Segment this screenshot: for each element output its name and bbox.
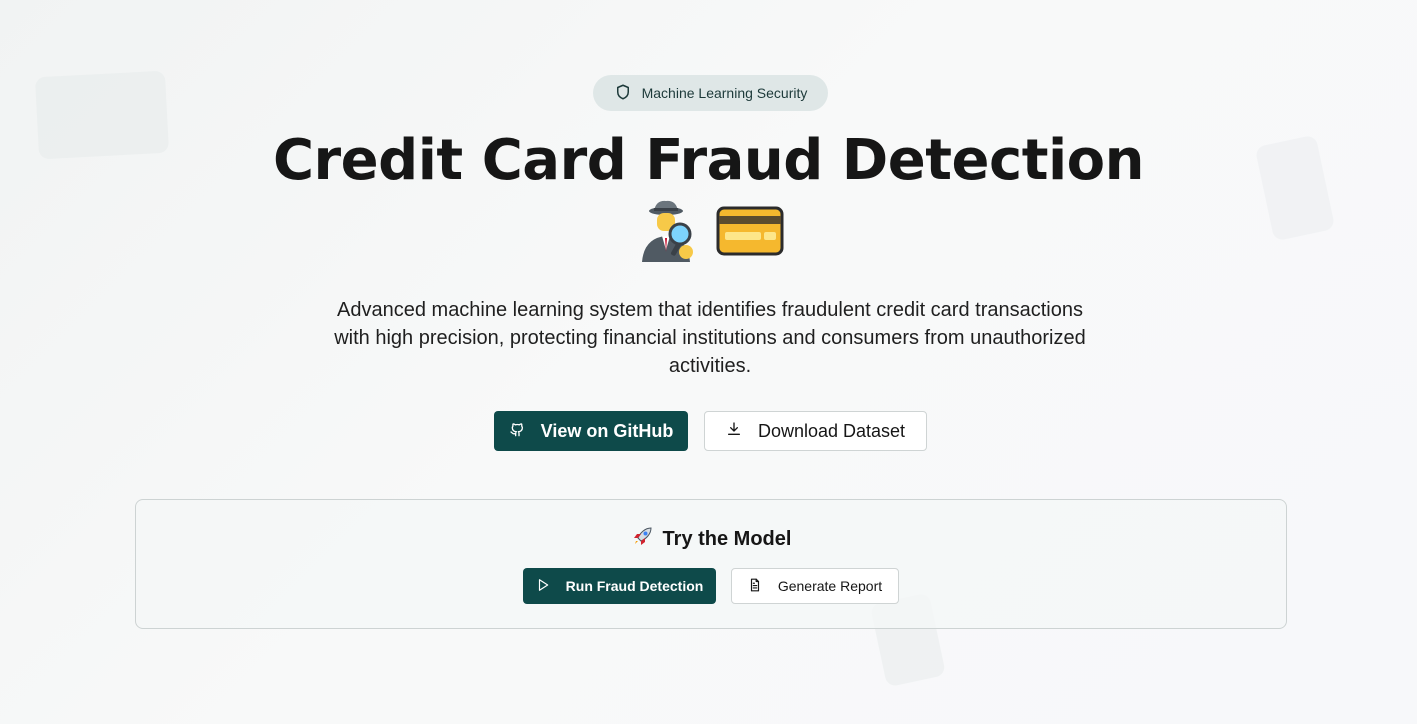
report-button-label: Generate Report bbox=[777, 578, 883, 594]
try-model-title: Try the Model bbox=[136, 524, 1286, 554]
page-title: Credit Card Fraud Detection bbox=[272, 128, 1145, 193]
github-button-label: View on GitHub bbox=[540, 420, 674, 441]
play-icon bbox=[536, 578, 550, 595]
run-button-label: Run Fraud Detection bbox=[565, 578, 704, 594]
generate-report-button[interactable]: Generate Report bbox=[731, 568, 899, 604]
title-emojis bbox=[0, 198, 1417, 271]
run-fraud-detection-button[interactable]: Run Fraud Detection bbox=[523, 568, 716, 604]
download-icon bbox=[726, 421, 742, 442]
download-button-label: Download Dataset bbox=[757, 420, 906, 441]
badge-label: Machine Learning Security bbox=[641, 85, 808, 101]
github-icon bbox=[509, 421, 525, 442]
credit-card-icon bbox=[716, 198, 784, 271]
detective-icon bbox=[634, 198, 702, 271]
try-model-panel: Try the Model Run Fraud Detection Genera… bbox=[135, 499, 1287, 629]
shield-icon bbox=[614, 83, 632, 104]
download-dataset-button[interactable]: Download Dataset bbox=[704, 411, 927, 451]
rocket-icon bbox=[631, 524, 655, 554]
hero-description: Advanced machine learning system that id… bbox=[334, 299, 1086, 377]
category-badge: Machine Learning Security bbox=[593, 75, 828, 111]
document-icon bbox=[748, 578, 762, 595]
try-model-label: Try the Model bbox=[662, 527, 792, 550]
view-on-github-button[interactable]: View on GitHub bbox=[494, 411, 688, 451]
